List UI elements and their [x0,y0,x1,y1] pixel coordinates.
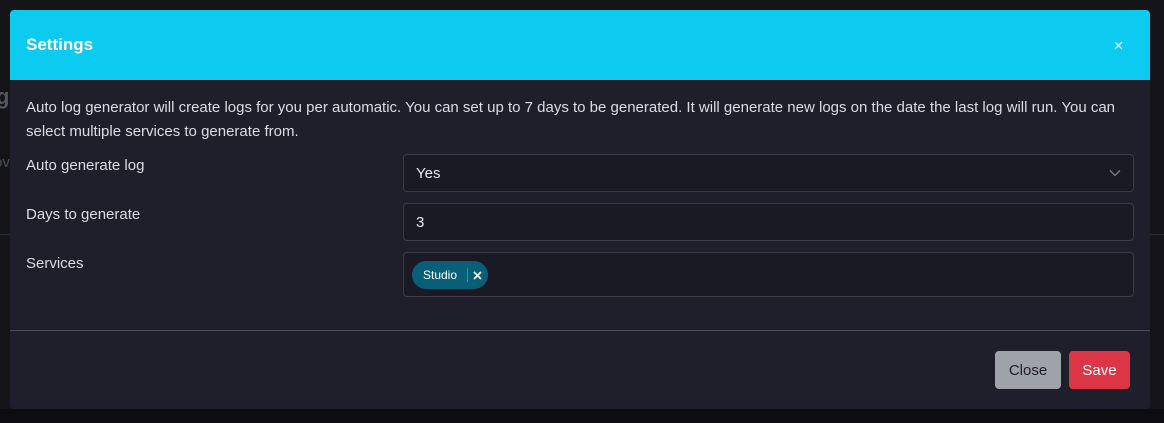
days-input[interactable]: 3 [403,203,1134,241]
modal-title: Settings [26,35,94,54]
days-value: 3 [416,213,425,231]
days-row: Days to generate 3 [26,203,1134,241]
modal-description: Auto log generator will create logs for … [26,99,1116,140]
services-label: Services [26,255,84,272]
services-row: Services Studio [26,252,1134,297]
auto-generate-row: Auto generate log Yes [26,154,1134,192]
services-tag-input[interactable]: Studio [403,252,1134,297]
service-tag: Studio [412,260,489,289]
close-icon[interactable] [1102,29,1134,61]
background-text-fragment: ov [0,154,10,171]
settings-modal: Settings Auto log generator will create … [10,10,1150,409]
background-heading-fragment: g [0,84,10,109]
auto-generate-select[interactable]: Yes [403,154,1134,192]
service-tag-label: Studio [423,267,458,282]
days-label: Days to generate [26,206,141,223]
save-button[interactable]: Save [1069,351,1130,389]
remove-tag-icon[interactable] [473,268,482,282]
tag-divider [467,267,469,282]
modal-header: Settings [10,10,1150,80]
background-bottom-bar [0,409,1164,423]
close-icon-svg [1114,41,1122,49]
auto-generate-value: Yes [416,164,441,182]
modal-body: Auto log generator will create logs for … [10,80,1150,324]
auto-generate-label: Auto generate log [26,157,145,174]
modal-footer: Close Save [10,330,1150,409]
chevron-down-icon [1109,167,1121,179]
close-button[interactable]: Close [995,351,1061,389]
